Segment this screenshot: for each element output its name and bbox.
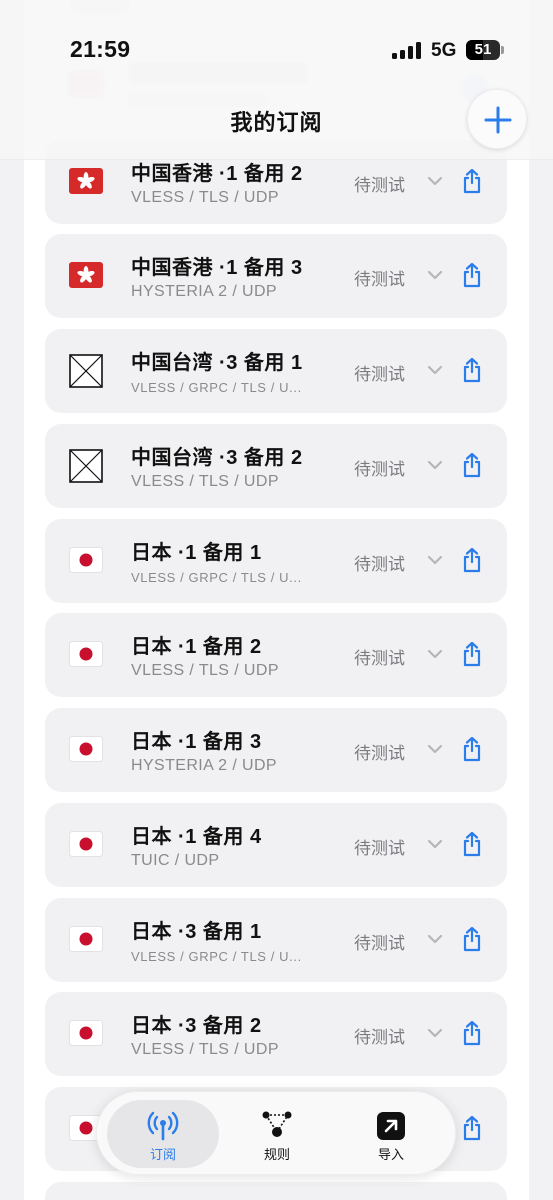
- missing-flag-icon: [69, 449, 103, 483]
- share-icon[interactable]: [462, 262, 482, 293]
- japan-flag-icon: [69, 1020, 103, 1046]
- chevron-down-icon[interactable]: [427, 363, 443, 381]
- latency-status[interactable]: 待测试: [354, 1023, 405, 1048]
- node-name: 中国香港 ·1 备用 3: [131, 257, 303, 279]
- node-name: 中国台湾 ·3 备用 1: [131, 352, 303, 374]
- hong-kong-flag-icon: [69, 262, 103, 288]
- latency-status[interactable]: 待测试: [354, 360, 405, 385]
- chevron-down-icon[interactable]: [427, 932, 443, 950]
- latency-status[interactable]: 待测试: [354, 455, 405, 480]
- node-name: 日本 ·3 备用 2: [131, 1015, 262, 1037]
- node-protocol: VLESS / GRPC / TLS / U...: [131, 570, 302, 585]
- plus-icon: [484, 106, 512, 134]
- share-icon[interactable]: [462, 641, 482, 672]
- chevron-down-icon[interactable]: [427, 647, 443, 665]
- latency-status[interactable]: 待测试: [354, 739, 405, 764]
- hong-kong-flag-icon: [69, 168, 103, 194]
- japan-flag-icon: [69, 926, 103, 952]
- node-protocol: VLESS / GRPC / TLS / U...: [131, 380, 302, 395]
- japan-flag-icon: [69, 736, 103, 762]
- latency-status[interactable]: 待测试: [354, 929, 405, 954]
- tab-rules[interactable]: 规则: [221, 1100, 333, 1168]
- share-icon[interactable]: [462, 1020, 482, 1051]
- battery-icon: 51: [466, 40, 504, 60]
- share-icon[interactable]: [462, 831, 482, 862]
- tab-import[interactable]: 导入: [335, 1100, 447, 1168]
- node-name: 中国台湾 ·3 备用 2: [131, 447, 303, 469]
- latency-status[interactable]: 待测试: [354, 171, 405, 196]
- chevron-down-icon[interactable]: [427, 742, 443, 760]
- nav-header: 21:59 5G 51 我的订阅: [0, 0, 553, 160]
- share-icon[interactable]: [462, 547, 482, 578]
- node-name: 日本 ·1 备用 2: [131, 636, 262, 658]
- tab-bar: 订阅 规则 导入: [96, 1091, 456, 1175]
- tab-label: 订阅: [149, 1147, 176, 1162]
- list-item[interactable]: 日本 ·3 备用 2 VLESS / TLS / UDP 待测试: [45, 992, 507, 1076]
- node-protocol: VLESS / TLS / UDP: [131, 473, 279, 490]
- node-name: 日本 ·3 备用 1: [131, 921, 262, 943]
- list-item[interactable]: 中国台湾 ·3 备用 1 VLESS / GRPC / TLS / U... 待测试: [45, 329, 507, 413]
- battery-level: 51: [474, 41, 492, 58]
- list-item[interactable]: 日本 ·1 备用 3 HYSTERIA 2 / UDP 待测试: [45, 708, 507, 792]
- share-icon[interactable]: [462, 736, 482, 767]
- share-icon[interactable]: [462, 452, 482, 483]
- add-subscription-button[interactable]: [467, 89, 527, 149]
- tab-label: 规则: [263, 1147, 290, 1162]
- list-item[interactable]: 日本 ·1 备用 1 VLESS / GRPC / TLS / U... 待测试: [45, 519, 507, 603]
- node-name: 日本 ·1 备用 3: [131, 731, 262, 753]
- latency-status[interactable]: 待测试: [354, 265, 405, 290]
- node-protocol: HYSTERIA 2 / UDP: [131, 757, 277, 774]
- status-time: 21:59: [70, 36, 131, 62]
- node-protocol: HYSTERIA 2 / UDP: [131, 283, 277, 300]
- japan-flag-icon: [69, 831, 103, 857]
- rules-nodes-icon: [262, 1111, 292, 1137]
- chevron-down-icon[interactable]: [427, 837, 443, 855]
- node-protocol: VLESS / TLS / UDP: [131, 189, 279, 206]
- list-item[interactable]: 日本 ·3 备用 1 VLESS / GRPC / TLS / U... 待测试: [45, 898, 507, 982]
- tab-label: 导入: [377, 1147, 404, 1162]
- latency-status[interactable]: 待测试: [354, 834, 405, 859]
- list-item[interactable]: 日本 ·1 备用 4 TUIC / UDP 待测试: [45, 803, 507, 887]
- antenna-icon: [147, 1111, 179, 1141]
- node-name: 日本 ·1 备用 1: [131, 542, 262, 564]
- tab-subscriptions[interactable]: 订阅: [107, 1100, 219, 1168]
- node-protocol: VLESS / TLS / UDP: [131, 662, 279, 679]
- japan-flag-icon: [69, 641, 103, 667]
- node-protocol: VLESS / TLS / UDP: [131, 1041, 279, 1058]
- import-arrow-icon: [377, 1112, 405, 1140]
- cellular-signal-icon: [392, 41, 422, 59]
- list-item[interactable]: 中国香港 ·1 备用 3 HYSTERIA 2 / UDP 待测试: [45, 234, 507, 318]
- chevron-down-icon[interactable]: [427, 268, 443, 286]
- chevron-down-icon[interactable]: [427, 553, 443, 571]
- network-type: 5G: [431, 40, 457, 61]
- node-protocol: VLESS / GRPC / TLS / U...: [131, 949, 302, 964]
- share-icon[interactable]: [462, 1115, 482, 1146]
- list-item[interactable]: 日本 ·1 备用 2 VLESS / TLS / UDP 待测试: [45, 613, 507, 697]
- share-icon[interactable]: [462, 357, 482, 388]
- node-protocol: TUIC / UDP: [131, 852, 220, 869]
- chevron-down-icon[interactable]: [427, 458, 443, 476]
- latency-status[interactable]: 待测试: [354, 644, 405, 669]
- share-icon[interactable]: [462, 926, 482, 957]
- share-icon[interactable]: [462, 168, 482, 199]
- chevron-down-icon[interactable]: [427, 1026, 443, 1044]
- missing-flag-icon: [69, 354, 103, 388]
- list-item[interactable]: 中国台湾 ·3 备用 2 VLESS / TLS / UDP 待测试: [45, 424, 507, 508]
- chevron-down-icon[interactable]: [427, 174, 443, 192]
- latency-status[interactable]: 待测试: [354, 550, 405, 575]
- list-item-partial[interactable]: [45, 1182, 507, 1200]
- node-name: 日本 ·1 备用 4: [131, 826, 262, 848]
- node-name: 中国香港 ·1 备用 2: [131, 163, 303, 185]
- japan-flag-icon: [69, 547, 103, 573]
